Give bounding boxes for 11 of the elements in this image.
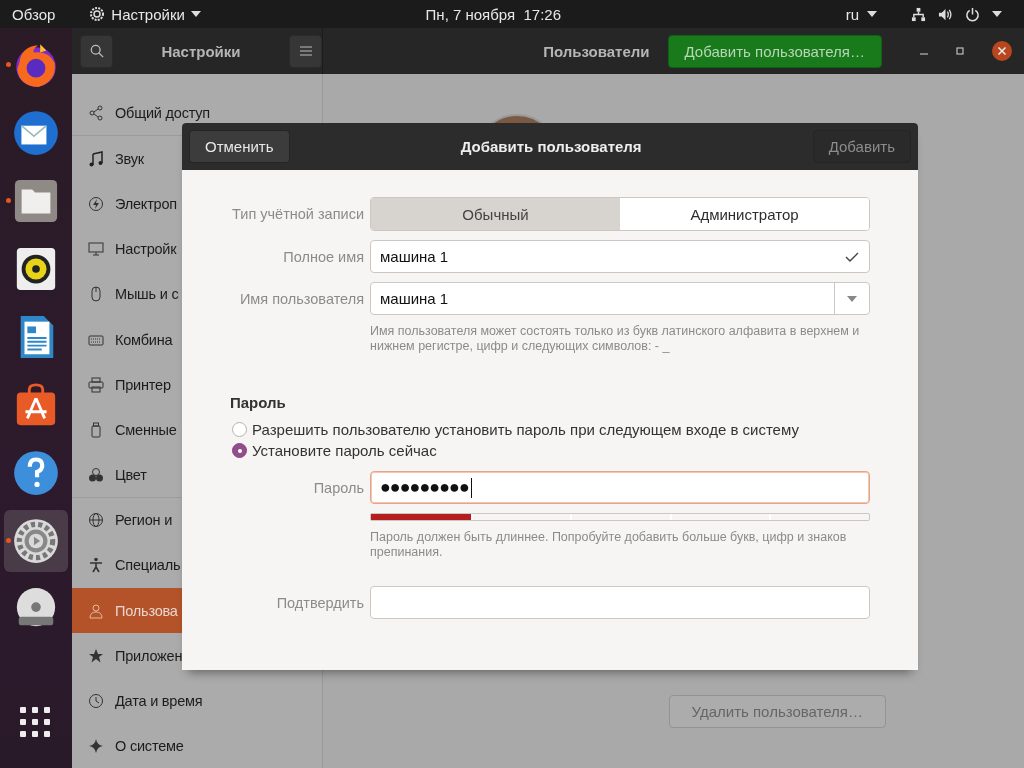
username-hint: Имя пользователя может состоять только из букв латинского алфавита в верхнем и нижнем регистре, цифр и следующих символов: - _ [370,324,861,354]
field-label: Имя пользователя [238,290,364,307]
dialog-title: Добавить пользователя [459,138,643,155]
field-label: Тип учётной записи [231,206,364,222]
field-label: Подтвердить [275,594,364,611]
sidebar-title: Настройки [160,42,242,60]
field-label: Полное имя [282,248,364,265]
page-title: Пользователи [543,42,650,60]
field-label: Пароль [312,479,364,496]
password-heading: Пароль [230,394,287,411]
password-hint: Пароль должен быть длиннее. Попробуйте добавить больше букв, цифр и знаков препинания. [370,530,848,560]
